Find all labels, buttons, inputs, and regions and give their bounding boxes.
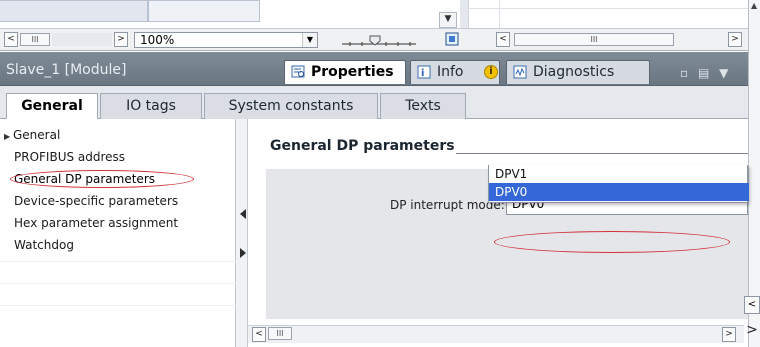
vertical-scrollbar[interactable]	[748, 0, 760, 347]
dp-interrupt-mode-dropdown: DPV1 DPV0	[488, 165, 749, 203]
scroll-right-button[interactable]: >	[728, 32, 742, 47]
scroll-left-button[interactable]: <	[4, 32, 18, 47]
dropdown-option-dpv1[interactable]: DPV1	[489, 165, 749, 183]
divider	[0, 305, 236, 306]
zoom-slider[interactable]	[340, 35, 418, 47]
inspector-title: Slave_1 [Module]	[6, 62, 127, 78]
subtab-texts[interactable]: Texts	[380, 93, 466, 119]
subtab-general[interactable]: General	[6, 93, 98, 120]
inspector-header: Slave_1 [Module] Properties i Info i Dia…	[0, 52, 748, 86]
overview-pane	[468, 0, 749, 28]
scroll-right-button[interactable]: >	[722, 327, 736, 342]
scroll-left-button[interactable]: <	[496, 32, 510, 47]
subtab-system-constants[interactable]: System constants	[204, 93, 378, 119]
section-title: General DP parameters	[270, 138, 455, 154]
properties-nav: ▶ General PROFIBUS address General DP par…	[0, 119, 236, 347]
editor-dropdown-button[interactable]: ▼	[439, 12, 457, 28]
scroll-track[interactable]	[52, 33, 112, 46]
info-badge-icon: i	[484, 65, 498, 79]
nav-item-profibus-address[interactable]: PROFIBUS address	[14, 148, 125, 166]
nav-item-general[interactable]: ▶ General	[4, 126, 60, 144]
editor-block	[148, 0, 260, 22]
tab-properties[interactable]: Properties	[284, 60, 406, 84]
scroll-thumb[interactable]: III	[514, 33, 674, 46]
tab-label: Diagnostics	[533, 64, 615, 80]
editor-canvas: ▼	[0, 0, 749, 28]
grid-line	[469, 8, 749, 9]
zoom-to-fit-icon[interactable]	[444, 31, 460, 47]
divider	[0, 261, 236, 262]
annotation-ellipse	[10, 170, 194, 188]
nav-item-watchdog[interactable]: Watchdog	[14, 236, 74, 254]
scroll-thumb[interactable]: III	[20, 33, 50, 46]
properties-icon	[291, 65, 305, 78]
caret-right-icon[interactable]: ▶	[4, 128, 13, 146]
grid-line	[499, 0, 500, 28]
chevron-down-icon[interactable]: ▼	[302, 33, 317, 47]
scroll-left-button[interactable]: <	[252, 327, 266, 342]
scroll-left-button[interactable]: <	[744, 296, 760, 314]
scroll-right-button[interactable]: >	[114, 32, 128, 47]
dropdown-option-dpv0[interactable]: DPV0	[489, 183, 749, 201]
diagnostics-icon	[513, 65, 527, 79]
annotation-ellipse	[494, 231, 730, 253]
tab-diagnostics[interactable]: Diagnostics	[506, 60, 650, 84]
svg-text:i: i	[421, 68, 424, 79]
info-icon: i	[417, 65, 431, 79]
properties-content: General DP parameters DP interrupt mode:…	[248, 119, 749, 325]
nav-item-hex-parameter-assignment[interactable]: Hex parameter assignment	[14, 214, 178, 232]
content-horizontal-scrollbar[interactable]: < III >	[248, 325, 744, 343]
editor-vertical-scrollbar[interactable]	[460, 0, 468, 28]
tab-label: Info	[437, 64, 464, 80]
properties-subtabs: General IO tags System constants Texts	[0, 86, 748, 120]
scroll-right-button[interactable]: >	[744, 322, 760, 340]
section-divider	[456, 153, 748, 154]
editor-block	[0, 0, 148, 22]
pane-splitter[interactable]	[236, 119, 248, 347]
tab-label: Properties	[311, 64, 394, 80]
subtab-io-tags[interactable]: IO tags	[100, 93, 202, 119]
nav-item-device-specific-parameters[interactable]: Device-specific parameters	[14, 192, 178, 210]
window-controls[interactable]: ▫ ▤ ▼	[680, 66, 731, 80]
zoom-value: 100%	[140, 33, 175, 47]
scroll-up-icon[interactable]: ▲	[751, 1, 757, 10]
divider	[0, 283, 236, 284]
editor-status-bar: < III > 100% ▼ < III >	[0, 28, 748, 51]
scroll-thumb[interactable]: III	[268, 327, 292, 340]
zoom-select[interactable]: 100% ▼	[134, 32, 318, 48]
